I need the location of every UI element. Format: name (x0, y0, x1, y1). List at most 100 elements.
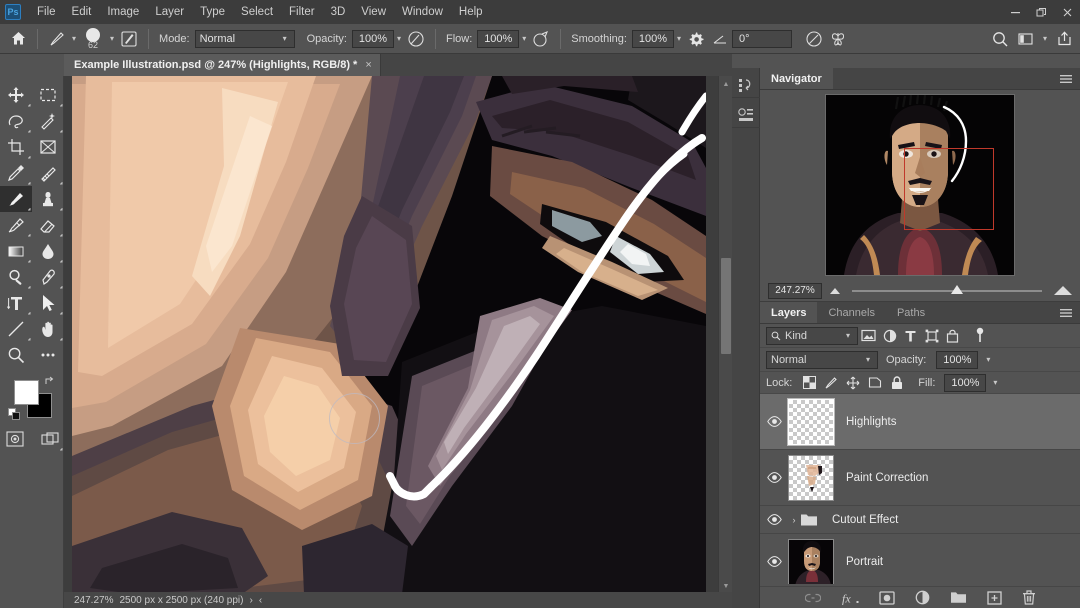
new-adjustment-layer-button[interactable] (915, 590, 930, 605)
menu-3d[interactable]: 3D (323, 2, 354, 22)
navigator-zoom-input[interactable]: 247.27% (768, 282, 822, 299)
layer-style-button[interactable]: fx (841, 591, 859, 605)
zoom-tool[interactable] (0, 342, 32, 368)
properties-panel-icon[interactable] (732, 102, 760, 128)
filter-adjustment-layers-icon[interactable] (879, 326, 900, 346)
foreground-color-swatch[interactable] (14, 380, 39, 405)
add-layer-mask-button[interactable] (878, 590, 895, 605)
brush-preset-icon[interactable] (45, 28, 69, 50)
menu-help[interactable]: Help (451, 2, 491, 22)
tab-channels[interactable]: Channels (817, 302, 885, 323)
gear-icon[interactable] (684, 28, 708, 50)
filter-shape-layers-icon[interactable] (921, 326, 942, 346)
menu-file[interactable]: File (29, 2, 64, 22)
eyedropper-tool[interactable] (0, 160, 32, 186)
healing-brush-tool[interactable] (32, 160, 64, 186)
status-zoom-value[interactable]: 247.27% (74, 595, 113, 606)
menu-window[interactable]: Window (394, 2, 451, 22)
lasso-tool[interactable] (0, 108, 32, 134)
menu-edit[interactable]: Edit (64, 2, 100, 22)
menu-view[interactable]: View (353, 2, 394, 22)
new-layer-button[interactable] (986, 590, 1002, 605)
filter-toggle-icon[interactable] (969, 326, 990, 346)
history-panel-icon[interactable] (732, 72, 760, 98)
tab-navigator[interactable]: Navigator (760, 68, 833, 89)
layer-visibility-toggle[interactable] (760, 472, 788, 483)
opacity-caret-icon[interactable]: ▾ (397, 34, 401, 43)
navigator-preview[interactable] (760, 90, 1080, 280)
filter-smart-objects-icon[interactable] (942, 326, 963, 346)
smoothing-caret-icon[interactable]: ▾ (677, 34, 681, 43)
home-icon[interactable] (6, 28, 30, 50)
layer-blend-mode-select[interactable]: Normal ▾ (766, 350, 878, 369)
navigator-view-rectangle[interactable] (904, 148, 994, 230)
panel-menu-icon[interactable] (1059, 68, 1080, 89)
crop-tool[interactable] (0, 134, 32, 160)
pressure-size-icon[interactable] (802, 28, 826, 50)
brush-size-preview[interactable]: 62 (79, 26, 107, 52)
brush-size-caret-icon[interactable]: ▾ (110, 34, 114, 43)
menu-select[interactable]: Select (233, 2, 281, 22)
lock-artboard-nesting-icon[interactable] (866, 374, 884, 392)
smoothing-input[interactable]: 100% (631, 29, 674, 48)
layer-row[interactable]: Highlights (760, 394, 1080, 450)
navigator-zoom-slider-thumb[interactable] (950, 284, 963, 294)
dodge-tool[interactable] (0, 264, 32, 290)
tab-paths[interactable]: Paths (886, 302, 936, 323)
group-expand-arrow-icon[interactable]: › (788, 515, 800, 525)
path-selection-tool[interactable] (32, 290, 64, 316)
edit-toolbar[interactable] (32, 342, 64, 368)
line-tool[interactable] (0, 316, 32, 342)
rectangular-marquee-tool[interactable] (32, 82, 64, 108)
gradient-tool[interactable] (0, 238, 32, 264)
history-brush-tool[interactable] (0, 212, 32, 238)
scroll-down-icon[interactable]: ▼ (719, 580, 732, 592)
swap-colors-icon[interactable] (44, 376, 56, 388)
brush-preset-caret-icon[interactable]: ▾ (72, 34, 76, 43)
status-collapse-icon[interactable]: ‹ (259, 595, 262, 606)
layer-list[interactable]: Highlights Paint Correction › Cutout Effect… (760, 394, 1080, 584)
pressure-opacity-icon[interactable] (404, 28, 428, 50)
canvas-vertical-scrollbar[interactable]: ▲ ▼ (718, 76, 732, 594)
brush-angle-input[interactable]: 0° (731, 29, 792, 48)
layer-row[interactable]: › Cutout Effect (760, 506, 1080, 534)
symmetry-butterfly-icon[interactable] (826, 28, 850, 50)
flow-input[interactable]: 100% (477, 29, 520, 48)
layer-row[interactable]: Paint Correction (760, 450, 1080, 506)
layer-thumbnail[interactable] (787, 397, 835, 446)
pen-tool[interactable] (32, 264, 64, 290)
brush-panel-icon[interactable] (117, 28, 141, 50)
menu-image[interactable]: Image (99, 2, 147, 22)
screen-mode-icon[interactable] (35, 426, 64, 452)
clone-stamp-tool[interactable] (32, 186, 64, 212)
menu-type[interactable]: Type (192, 2, 233, 22)
share-icon[interactable] (1052, 28, 1076, 50)
eraser-tool[interactable] (32, 212, 64, 238)
scroll-up-icon[interactable]: ▲ (719, 78, 732, 90)
default-colors-icon[interactable] (8, 408, 21, 421)
quick-mask-icon[interactable] (0, 426, 29, 452)
lock-transparent-pixels-icon[interactable] (800, 374, 818, 392)
layer-fill-input[interactable]: 100% (944, 373, 987, 392)
layer-visibility-toggle[interactable] (760, 556, 788, 567)
search-icon[interactable] (988, 28, 1012, 50)
layer-visibility-toggle[interactable] (760, 514, 788, 525)
layer-opacity-input[interactable]: 100% (936, 350, 979, 369)
close-icon[interactable]: × (365, 59, 371, 71)
status-expand-icon[interactable]: › (249, 595, 252, 606)
flow-caret-icon[interactable]: ▾ (522, 34, 526, 43)
filter-type-layers-icon[interactable] (900, 326, 921, 346)
restore-button[interactable] (1028, 0, 1054, 24)
layer-visibility-toggle[interactable] (760, 416, 788, 427)
close-button[interactable] (1054, 0, 1080, 24)
document-tab[interactable]: Example Illustration.psd @ 247% (Highlig… (64, 54, 381, 76)
layer-fill-caret-icon[interactable]: ▾ (993, 378, 997, 387)
type-tool[interactable] (0, 290, 32, 316)
tab-layers[interactable]: Layers (760, 302, 818, 323)
layer-thumbnail[interactable] (788, 454, 834, 501)
canvas-area[interactable]: ▲ ▼ 247.27% 2500 px x 2500 px (240 ppi) … (64, 76, 732, 608)
blur-tool[interactable] (32, 238, 64, 264)
lock-image-pixels-icon[interactable] (822, 374, 840, 392)
layer-thumbnail[interactable] (788, 538, 834, 584)
menu-filter[interactable]: Filter (281, 2, 323, 22)
